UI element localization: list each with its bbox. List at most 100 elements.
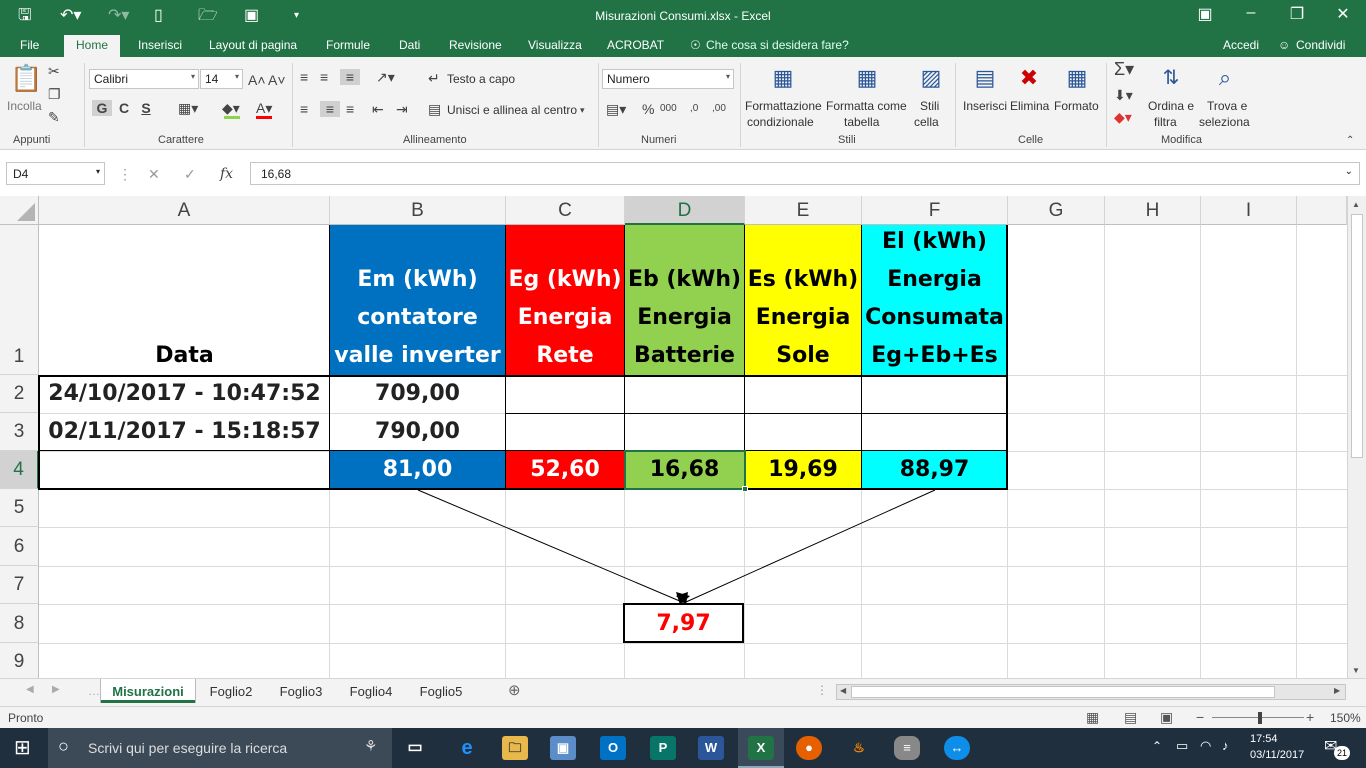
- paste-icon[interactable]: 📋: [10, 63, 42, 93]
- font-size-select[interactable]: 14 ▾: [200, 69, 243, 89]
- scroll-thumb[interactable]: [1351, 214, 1363, 458]
- percent-icon[interactable]: %: [642, 101, 654, 117]
- sheet-tab-misurazioni[interactable]: Misurazioni: [101, 679, 195, 703]
- ribbon-display-icon[interactable]: ▣: [1190, 4, 1220, 24]
- underline-button[interactable]: S: [138, 100, 154, 116]
- paste-button[interactable]: Incolla: [7, 98, 42, 114]
- zoom-out-icon[interactable]: −: [1196, 709, 1204, 725]
- taskbar-search-box[interactable]: ○ Scrivi qui per eseguire la ricerca ⚘: [48, 728, 392, 768]
- sort-filter-label1[interactable]: Ordina e: [1148, 98, 1194, 114]
- more-sheets-icon[interactable]: …: [88, 684, 100, 698]
- page-break-view-icon[interactable]: ▣: [1160, 709, 1173, 726]
- clear-icon[interactable]: ◆▾: [1114, 109, 1132, 125]
- align-center-icon[interactable]: ≡: [320, 101, 340, 117]
- zoom-level[interactable]: 150%: [1330, 711, 1361, 725]
- collapse-ribbon-icon[interactable]: ⌃: [1346, 133, 1354, 149]
- orientation-icon[interactable]: ↗▾: [376, 69, 395, 85]
- share-button[interactable]: Condividi: [1296, 38, 1345, 52]
- cell-d8[interactable]: 7,97: [623, 603, 744, 643]
- decrease-indent-icon[interactable]: ⇤: [372, 101, 384, 117]
- battery-icon[interactable]: ▭: [1176, 738, 1188, 754]
- zoom-slider-thumb[interactable]: [1258, 712, 1262, 724]
- tell-me-search[interactable]: Che cosa si desidera fare?: [706, 38, 849, 52]
- find-select-label1[interactable]: Trova e: [1207, 98, 1247, 114]
- italic-button[interactable]: C: [116, 100, 132, 116]
- split-handle-icon[interactable]: ⋮: [816, 683, 828, 697]
- microphone-icon[interactable]: ⚘: [364, 737, 377, 755]
- format-painter-icon[interactable]: ✎: [48, 109, 60, 125]
- format-cells-button[interactable]: Formato: [1054, 98, 1099, 114]
- zoom-in-icon[interactable]: +: [1306, 709, 1314, 725]
- format-as-table-label2[interactable]: tabella: [844, 114, 879, 130]
- format-as-table-label1[interactable]: Formatta come: [826, 98, 907, 114]
- formula-input[interactable]: 16,68 ⌄: [250, 162, 1360, 185]
- conditional-formatting-label2[interactable]: condizionale: [747, 114, 814, 130]
- wrap-text-button[interactable]: Testo a capo: [447, 71, 515, 87]
- fill-color-icon[interactable]: ◆▾: [222, 100, 240, 116]
- add-sheet-icon[interactable]: ⊕: [508, 681, 521, 699]
- increase-indent-icon[interactable]: ⇥: [396, 101, 408, 117]
- wifi-icon[interactable]: ◠: [1200, 738, 1211, 754]
- autosum-icon[interactable]: Σ▾: [1114, 60, 1134, 78]
- shrink-font-icon[interactable]: A˅: [268, 72, 286, 88]
- sheet-tab-foglio2[interactable]: Foglio2: [196, 679, 266, 703]
- tab-home[interactable]: Home: [64, 35, 121, 57]
- close-icon[interactable]: ✕: [1328, 4, 1358, 24]
- thousands-icon[interactable]: 000: [660, 101, 677, 117]
- volume-icon[interactable]: ♪: [1222, 738, 1229, 753]
- tab-insert[interactable]: Inserisci: [138, 38, 182, 52]
- sort-filter-label2[interactable]: filtra: [1154, 114, 1177, 130]
- tab-review[interactable]: Revisione: [449, 38, 502, 52]
- tray-chevron-icon[interactable]: ⌃: [1152, 739, 1162, 753]
- merge-center-button[interactable]: Unisci e allinea al centro: [447, 102, 577, 118]
- font-name-select[interactable]: Calibri ▾: [89, 69, 199, 89]
- sheet-tab-foglio3[interactable]: Foglio3: [266, 679, 336, 703]
- tab-view[interactable]: Visualizza: [528, 38, 582, 52]
- firefox-icon[interactable]: ●: [796, 736, 822, 760]
- sheet-tab-foglio4[interactable]: Foglio4: [336, 679, 406, 703]
- normal-view-icon[interactable]: ▦: [1086, 709, 1099, 726]
- sheet-tab-foglio5[interactable]: Foglio5: [406, 679, 476, 703]
- vertical-scrollbar[interactable]: ▲ ▼: [1347, 196, 1366, 678]
- scroll-down-icon[interactable]: ▼: [1352, 666, 1360, 675]
- h-scroll-thumb[interactable]: [851, 686, 1275, 698]
- merge-dropdown-icon[interactable]: ▾: [580, 102, 585, 118]
- increase-decimal-icon[interactable]: ,0: [690, 101, 698, 117]
- file-explorer-icon[interactable]: 🗀: [502, 736, 528, 760]
- enter-icon[interactable]: ✓: [184, 166, 196, 182]
- excel-icon[interactable]: X: [748, 736, 774, 760]
- windows-start-icon[interactable]: ⊞: [14, 735, 31, 760]
- tab-acrobat[interactable]: ACROBAT: [607, 38, 664, 52]
- clock-date[interactable]: 03/11/2017: [1250, 749, 1304, 761]
- spreadsheet-grid[interactable]: A B C D E F G H I 1 2 3 4 5 6 7 8 9 Data…: [0, 196, 1366, 678]
- cell-styles-label2[interactable]: cella: [914, 114, 939, 130]
- align-top-icon[interactable]: ≡: [300, 69, 308, 85]
- tab-file[interactable]: File: [20, 38, 39, 52]
- cancel-icon[interactable]: ✕: [148, 166, 160, 182]
- align-left-icon[interactable]: ≡: [300, 101, 308, 117]
- borders-icon[interactable]: ▦▾: [178, 100, 198, 116]
- decrease-decimal-icon[interactable]: ,00: [712, 101, 726, 117]
- cut-icon[interactable]: ✂: [48, 63, 60, 79]
- publisher-icon[interactable]: P: [650, 736, 676, 760]
- edge-icon[interactable]: e: [454, 736, 480, 760]
- tab-page-layout[interactable]: Layout di pagina: [209, 38, 297, 52]
- horizontal-scrollbar[interactable]: ◀ ▶: [836, 684, 1346, 700]
- insert-cells-button[interactable]: Inserisci: [963, 98, 1007, 114]
- next-sheet-icon[interactable]: ▶: [52, 684, 60, 695]
- bold-button[interactable]: G: [92, 100, 112, 116]
- align-middle-icon[interactable]: ≡: [320, 69, 328, 85]
- scroll-right-icon[interactable]: ▶: [1334, 686, 1340, 695]
- grow-font-icon[interactable]: A˄: [248, 72, 266, 88]
- align-right-icon[interactable]: ≡: [346, 101, 354, 117]
- prev-sheet-icon[interactable]: ◀: [26, 684, 34, 695]
- fill-icon[interactable]: ⬇▾: [1114, 87, 1133, 103]
- app-flame-icon[interactable]: ♨: [846, 736, 872, 760]
- restore-icon[interactable]: ❐: [1282, 4, 1312, 24]
- page-layout-view-icon[interactable]: ▤: [1124, 709, 1137, 726]
- teamviewer-icon[interactable]: ↔: [944, 736, 970, 760]
- tab-formulas[interactable]: Formule: [326, 38, 370, 52]
- tab-data[interactable]: Dati: [399, 38, 420, 52]
- clock-time[interactable]: 17:54: [1250, 733, 1278, 745]
- scroll-up-icon[interactable]: ▲: [1352, 200, 1360, 209]
